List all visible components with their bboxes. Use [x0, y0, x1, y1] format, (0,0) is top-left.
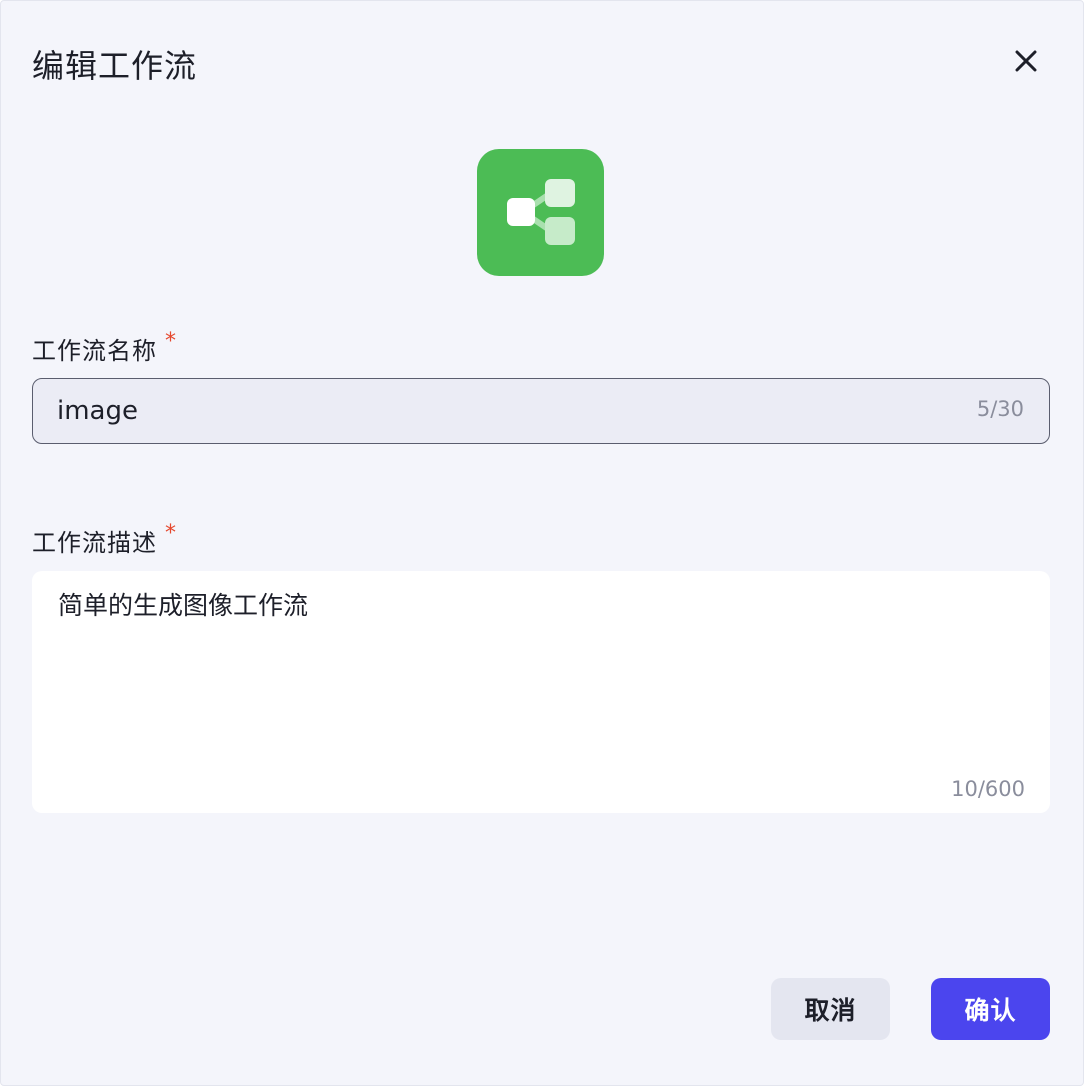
workflow-description-field: 简单的生成图像工作流 10/600: [32, 571, 1050, 813]
required-mark: *: [165, 329, 177, 354]
close-icon: [1015, 50, 1037, 72]
dialog-title: 编辑工作流: [32, 47, 198, 85]
cancel-button[interactable]: 取消: [771, 978, 890, 1040]
description-char-counter: 10/600: [951, 777, 1025, 801]
workflow-share-icon: [507, 179, 575, 245]
confirm-button[interactable]: 确认: [931, 978, 1050, 1040]
required-mark: *: [165, 521, 177, 546]
workflow-description-label: 工作流描述 *: [32, 521, 177, 558]
edit-workflow-dialog: 编辑工作流 工作流名称 * 5/30 工作流描述 * 简单的生成图像工作流 10/6…: [0, 0, 1084, 1086]
name-char-counter: 5/30: [976, 397, 1024, 421]
workflow-name-field: 5/30: [32, 378, 1050, 444]
workflow-name-label: 工作流名称 *: [32, 329, 177, 366]
workflow-name-label-text: 工作流名称: [32, 337, 157, 365]
close-button[interactable]: [1006, 41, 1046, 81]
workflow-description-textarea[interactable]: 简单的生成图像工作流: [58, 589, 1018, 759]
workflow-name-input[interactable]: [57, 379, 937, 442]
workflow-icon-picker[interactable]: [477, 149, 604, 276]
workflow-description-label-text: 工作流描述: [32, 529, 157, 557]
